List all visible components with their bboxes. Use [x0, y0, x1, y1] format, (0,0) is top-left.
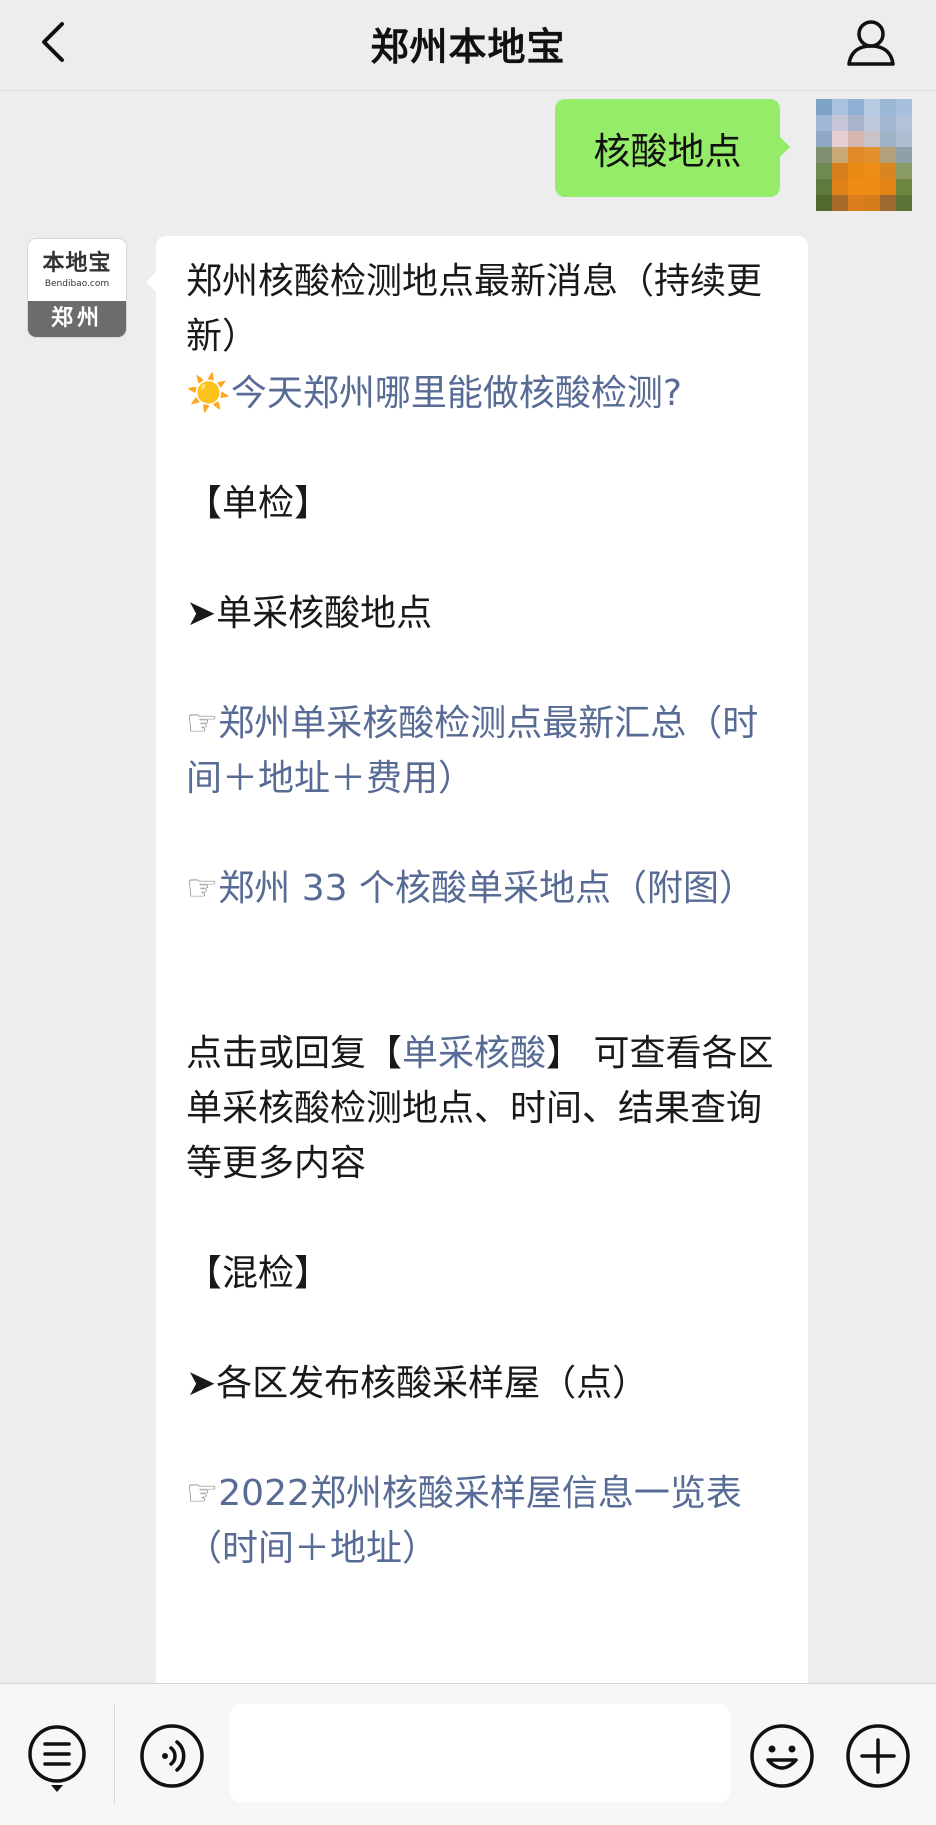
bot-city-band: 郑州	[28, 301, 126, 337]
single-summary-line: ☞郑州单采核酸检测点最新汇总（时间＋地址＋费用）	[186, 696, 786, 806]
menu-list-icon	[28, 1725, 86, 1792]
single-33-line: ☞郑州 33 个核酸单采地点（附图）	[186, 861, 786, 916]
plus-button[interactable]	[844, 1722, 912, 1790]
bot-message-bubble: 郑州核酸检测地点最新消息（持续更新） ☀️今天郑州哪里能做核酸检测? 【单检】 …	[146, 236, 808, 1683]
mixed-2022-line: ☞2022郑州核酸采样屋信息一览表（时间＋地址）	[186, 1466, 786, 1576]
pointing-hand-icon: ☞	[186, 703, 219, 744]
arrow-icon: ➤	[186, 593, 217, 634]
single-subheading: ➤单采核酸地点	[186, 593, 433, 634]
voice-button[interactable]	[138, 1722, 206, 1790]
link-single-summary[interactable]: 郑州单采核酸检测点最新汇总（时间＋地址＋费用）	[186, 703, 758, 799]
today-line: ☀️今天郑州哪里能做核酸检测?	[186, 366, 786, 421]
pointing-hand-icon: ☞	[186, 1473, 219, 1514]
mixed-heading: 【混检】	[186, 1253, 331, 1294]
mixed-subheading: ➤各区发布核酸采样屋（点）	[186, 1363, 649, 1404]
person-icon	[847, 20, 895, 66]
profile-button[interactable]	[842, 14, 900, 74]
divider	[114, 1704, 115, 1804]
arrow-icon: ➤	[186, 1363, 217, 1404]
single-heading: 【单检】	[186, 483, 331, 524]
emoji-icon	[750, 1724, 814, 1788]
link-single-33[interactable]: 郑州 33 个核酸单采地点（附图）	[218, 868, 755, 909]
voice-icon	[140, 1724, 204, 1788]
bot-logo: 本地宝 Bendibao.com	[28, 239, 126, 301]
message-input[interactable]	[230, 1704, 730, 1802]
user-message-text: 核酸地点	[593, 130, 742, 173]
nav-header: 郑州本地宝	[0, 0, 936, 91]
keyword-link[interactable]: 单采核酸	[402, 1033, 546, 1074]
page-title: 郑州本地宝	[370, 25, 566, 69]
input-bar	[0, 1683, 936, 1825]
today-link[interactable]: 今天郑州哪里能做核酸检测?	[231, 373, 682, 414]
menu-button[interactable]	[24, 1722, 90, 1794]
plus-icon	[846, 1724, 910, 1788]
reply-intro: 郑州核酸检测地点最新消息（持续更新）	[186, 261, 763, 357]
click-reply-text: 点击或回复【单采核酸】 可查看各区单采核酸检测地点、时间、结果查询等更多内容	[186, 1033, 774, 1184]
emoji-button[interactable]	[748, 1722, 816, 1790]
sun-icon: ☀️	[186, 373, 231, 414]
link-mixed-2022[interactable]: 2022郑州核酸采样屋信息一览表（时间＋地址）	[186, 1473, 742, 1569]
pointing-hand-icon: ☞	[186, 868, 219, 909]
user-message-bubble[interactable]: 核酸地点	[555, 99, 790, 197]
chat-area[interactable]: 核酸地点 本地宝 Bendibao.com 郑州 郑州核酸检测地点最新消息（持续…	[0, 91, 936, 1683]
user-avatar[interactable]	[816, 99, 912, 211]
bot-avatar[interactable]: 本地宝 Bendibao.com 郑州	[28, 239, 126, 337]
